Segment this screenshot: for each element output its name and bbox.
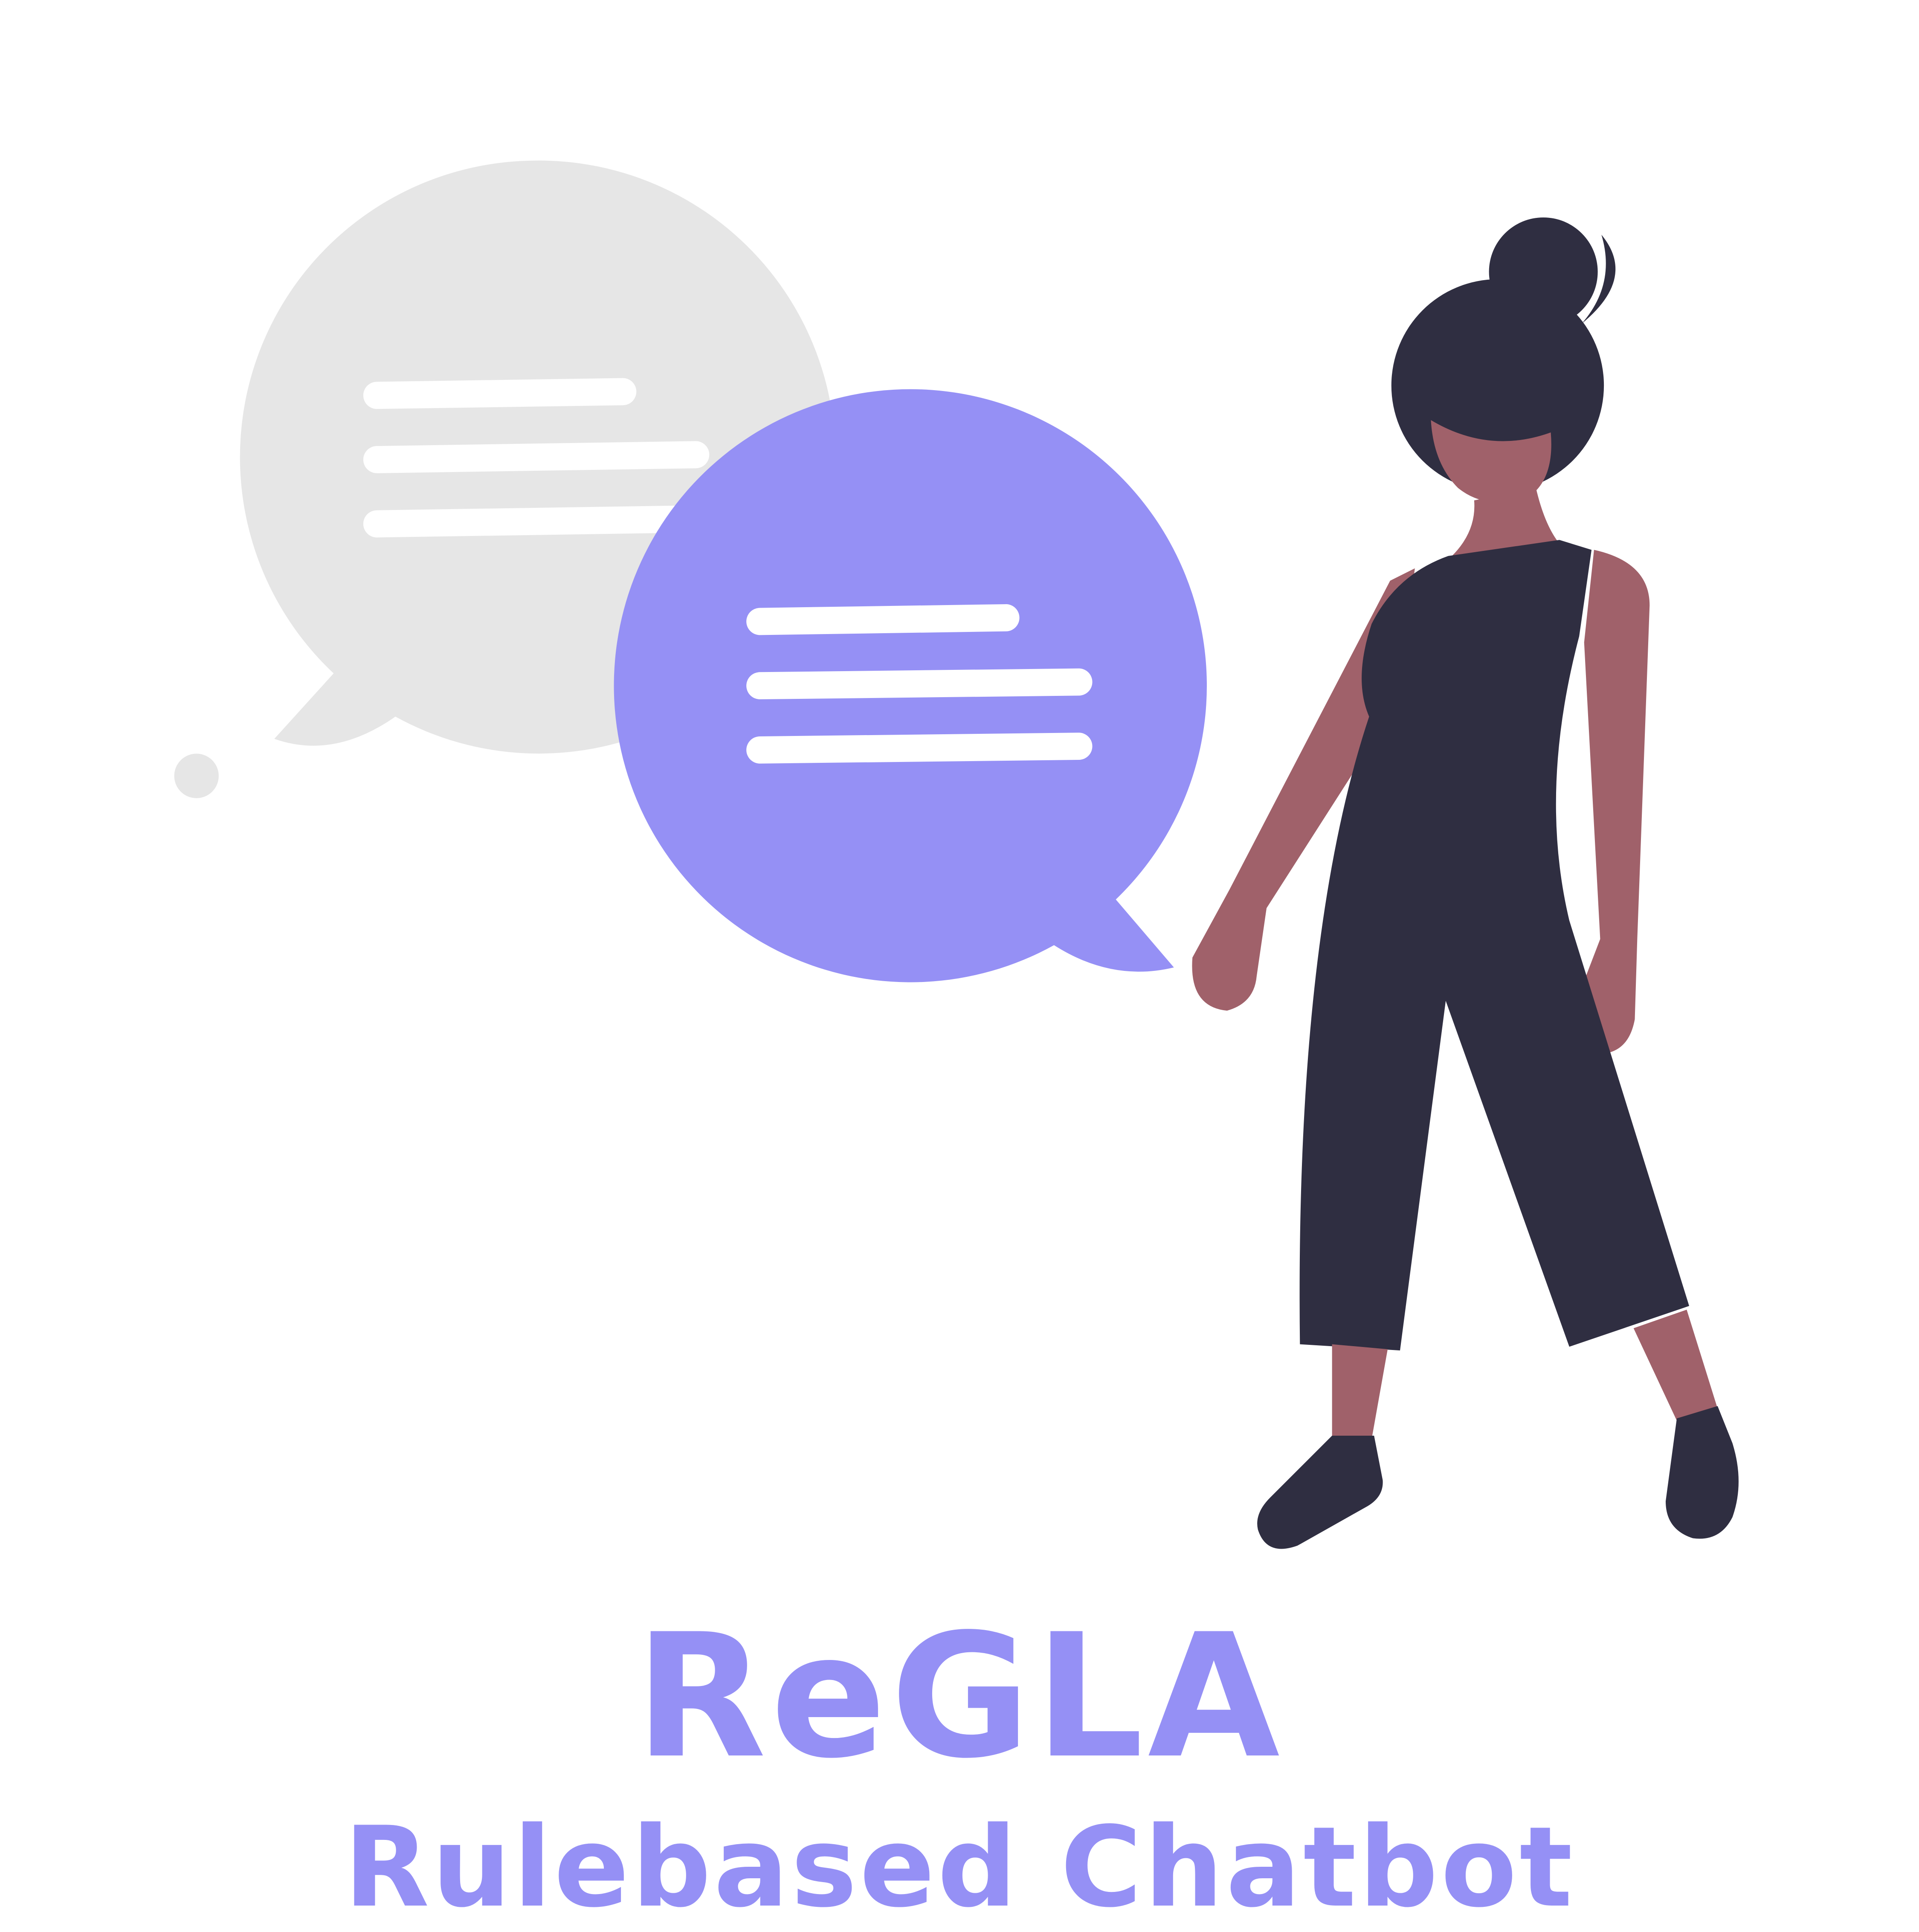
speech-bubble-purple-icon bbox=[614, 389, 1207, 982]
right-leg bbox=[1633, 1309, 1718, 1424]
left-shoe bbox=[1257, 1436, 1383, 1549]
app-title: ReGLA bbox=[635, 1598, 1284, 1796]
gray-bubble-tail-dot bbox=[174, 753, 219, 798]
right-shoe bbox=[1665, 1406, 1739, 1539]
app-subtitle: Rulebased Chatbot bbox=[344, 1803, 1575, 1932]
person-figure-icon bbox=[1192, 217, 1739, 1549]
left-leg bbox=[1332, 1344, 1388, 1440]
